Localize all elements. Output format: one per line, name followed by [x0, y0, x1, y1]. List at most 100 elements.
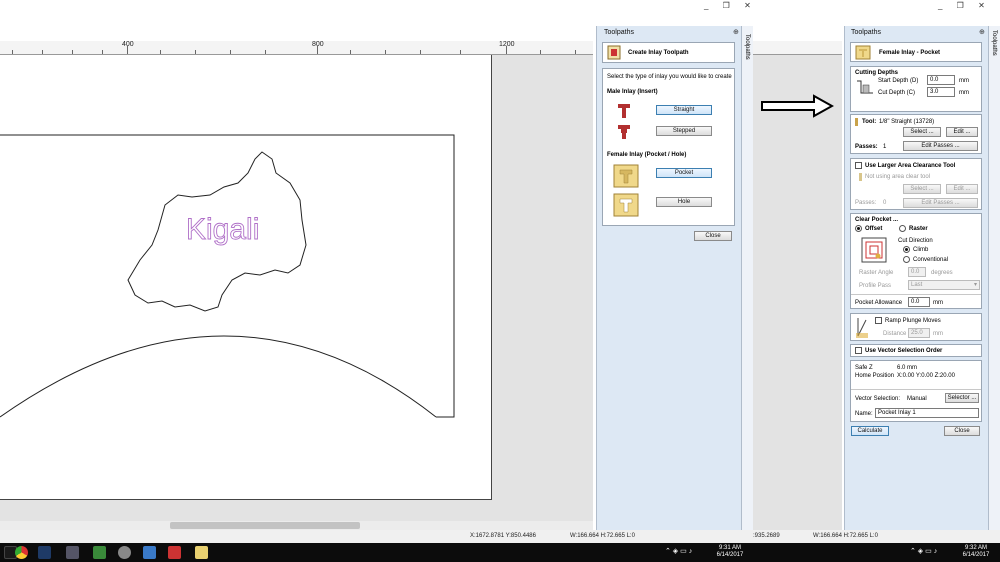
instruction-text: Select the type of inlay you would like …: [607, 74, 732, 80]
distance-unit: mm: [933, 331, 943, 337]
stepped-button[interactable]: Stepped: [656, 126, 712, 136]
right-side-tab[interactable]: Toolpaths: [988, 26, 1000, 530]
window-controls-right[interactable]: _ ❐ ✕: [938, 1, 991, 10]
raster-radio[interactable]: [899, 225, 906, 232]
area-tool-icon: [859, 173, 862, 181]
left-close-button[interactable]: Close: [694, 231, 732, 241]
right-close-button[interactable]: Close: [944, 426, 980, 436]
start-depth-input[interactable]: 0.0: [927, 75, 955, 85]
photo-icon[interactable]: [66, 546, 79, 559]
female-pocket-icon: [613, 164, 639, 188]
climb-radio[interactable]: [903, 246, 910, 253]
offset-pattern-icon: [861, 237, 887, 263]
home-position-label: Home Position: [855, 373, 895, 379]
taskbar: ⌃ ◈ ▭ ♪ 9:31 AM 6/14/2017 ⌃ ◈ ▭ ♪ 9:32 A…: [0, 543, 1000, 562]
distance-input[interactable]: 25.0: [908, 328, 930, 338]
tool-edit-button[interactable]: Edit ...: [946, 127, 978, 137]
window-controls-left[interactable]: _ ❐ ✕: [704, 1, 757, 10]
pin-icon[interactable]: ⊕: [733, 28, 739, 36]
passes-label: Passes:: [855, 144, 878, 150]
right-canvas[interactable]: [753, 55, 842, 530]
right-ruler: [753, 41, 842, 55]
cut-depth-unit: mm: [959, 90, 969, 96]
edge-icon[interactable]: [93, 546, 106, 559]
clock-time-left: 9:31 AM: [718, 545, 741, 551]
depth-diagram-icon: [857, 80, 873, 94]
inlay-icon: [607, 45, 621, 60]
vector-selection-label: Vector Selection:: [855, 396, 901, 402]
selector-button[interactable]: Selector ...: [945, 393, 979, 403]
left-side-tab[interactable]: Toolpaths: [741, 26, 753, 530]
cut-depth-input[interactable]: 3.0: [927, 87, 955, 97]
right-title-box: Female Inlay - Pocket: [850, 42, 982, 62]
hole-button[interactable]: Hole: [656, 197, 712, 207]
design-text[interactable]: Kigali: [186, 213, 260, 247]
raster-angle-input[interactable]: 0.0: [908, 267, 926, 277]
conventional-radio[interactable]: [903, 256, 910, 263]
tray-icons-left[interactable]: ⌃ ◈ ▭ ♪: [665, 548, 692, 555]
pocket-allowance-input[interactable]: 0.0: [908, 297, 930, 307]
design-canvas[interactable]: Kigali: [0, 55, 593, 530]
offset-radio[interactable]: [855, 225, 862, 232]
start-depth-unit: mm: [959, 78, 969, 84]
right-panel-header: Toolpaths: [851, 29, 881, 36]
ramp-label: Ramp Plunge Moves: [885, 318, 941, 324]
left-panel-header: Toolpaths: [604, 29, 634, 36]
vector-selection-value: Manual: [907, 396, 927, 402]
scrollbar-thumb[interactable]: [170, 522, 360, 529]
name-input[interactable]: Pocket Inlay 1: [875, 408, 979, 418]
right-toolpaths-panel: Toolpaths ⊕ Female Inlay - Pocket Cuttin…: [844, 26, 988, 530]
offset-label: Offset: [865, 226, 883, 232]
pin-icon-right[interactable]: ⊕: [979, 28, 985, 36]
cutting-depths-heading: Cutting Depths: [855, 70, 898, 76]
tool-label: Tool:: [862, 119, 877, 125]
calculate-button[interactable]: Calculate: [851, 426, 889, 436]
tray-icons-right[interactable]: ⌃ ◈ ▭ ♪: [910, 548, 937, 555]
clock-left[interactable]: 9:31 AM 6/14/2017: [712, 545, 748, 559]
ruler-label-1200: 1200: [499, 41, 515, 48]
larger-area-label: Use Larger Area Clearance Tool: [865, 163, 956, 169]
vector-order-box: Use Vector Selection Order: [850, 344, 982, 357]
raster-angle-label: Raster Angle: [859, 270, 894, 276]
tool-select-button[interactable]: Select ...: [903, 127, 941, 137]
area-select-button[interactable]: Select ...: [903, 184, 941, 194]
horizontal-scrollbar[interactable]: [0, 521, 593, 530]
straight-button[interactable]: Straight: [656, 105, 712, 115]
clear-pocket-box: Clear Pocket ... Offset Raster Cut Direc…: [850, 213, 982, 309]
vcarve-icon[interactable]: [195, 546, 208, 559]
pocket-button[interactable]: Pocket: [656, 168, 712, 178]
tool-box: Tool: 1/8" Straight (13728) Select ... E…: [850, 114, 982, 154]
pocket-allowance-unit: mm: [933, 300, 943, 306]
pdf-icon[interactable]: [168, 546, 181, 559]
larger-area-checkbox[interactable]: [855, 162, 862, 169]
edit-passes-button[interactable]: Edit Passes ...: [903, 141, 978, 151]
left-title-box: Create Inlay Toolpath: [602, 42, 735, 63]
app-icon[interactable]: [38, 546, 51, 559]
safe-z-value: 6.0 mm: [897, 365, 918, 371]
cut-depth-label: Cut Depth (C): [878, 90, 916, 96]
start-depth-label: Start Depth (D): [878, 78, 919, 84]
left-side-tab-label: Toolpaths: [744, 34, 750, 60]
vector-order-checkbox[interactable]: [855, 347, 862, 354]
cut-direction-label: Cut Direction: [898, 238, 933, 244]
chrome-icon[interactable]: [15, 546, 28, 559]
larger-area-box: Use Larger Area Clearance Tool Not using…: [850, 158, 982, 210]
network-icon[interactable]: [118, 546, 131, 559]
female-inlay-heading: Female Inlay (Pocket / Hole): [607, 152, 687, 158]
skype-icon[interactable]: [143, 546, 156, 559]
area-edit-passes-button[interactable]: Edit Passes ...: [903, 198, 978, 208]
raster-label: Raster: [909, 226, 928, 232]
top-ruler: 400 800 1200: [0, 41, 593, 55]
safe-z-label: Safe Z: [855, 365, 873, 371]
cutting-depths-box: Cutting Depths Start Depth (D) 0.0 mm Cu…: [850, 66, 982, 112]
profile-pass-select[interactable]: Last ▾: [908, 280, 980, 290]
left-status-size: W:166.664 H:72.665 L:0: [570, 533, 635, 539]
profile-pass-value: Last: [911, 282, 923, 288]
clock-right[interactable]: 9:32 AM 6/14/2017: [958, 545, 994, 559]
area-edit-button[interactable]: Edit ...: [946, 184, 978, 194]
area-passes-value: 0: [883, 200, 887, 206]
ramp-checkbox[interactable]: [875, 317, 882, 324]
male-inlay-heading: Male Inlay (Insert): [607, 89, 658, 95]
conventional-label: Conventional: [913, 257, 949, 263]
design-vectors[interactable]: Kigali: [0, 55, 492, 500]
